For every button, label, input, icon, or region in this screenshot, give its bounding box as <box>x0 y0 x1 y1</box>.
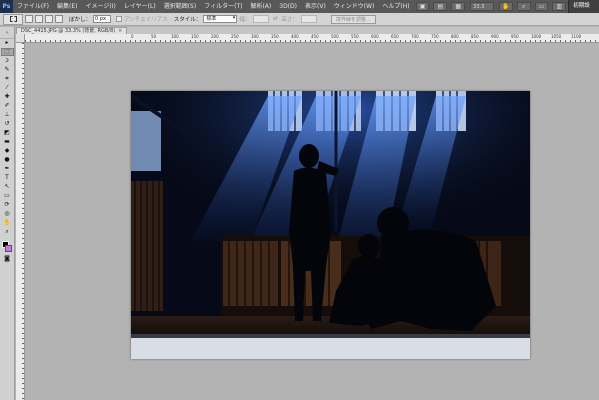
menu-filter[interactable]: フィルター(T) <box>200 0 246 13</box>
new-selection-mode-button[interactable] <box>25 15 33 23</box>
blur-tool-icon[interactable]: ◆ <box>1 147 14 155</box>
quick-mask-icon[interactable]: ◙ <box>1 255 14 263</box>
menu-help[interactable]: ヘルプ(H) <box>378 0 413 13</box>
subtract-selection-mode-button[interactable] <box>45 15 53 23</box>
lasso-tool-icon[interactable]: ↄ <box>1 57 14 65</box>
rectangular-marquee-icon <box>9 16 17 22</box>
dodge-tool-icon[interactable]: ● <box>1 156 14 164</box>
ruler-tick-label: 900 <box>491 34 499 39</box>
eraser-tool-icon[interactable]: ◩ <box>1 129 14 137</box>
menu-view[interactable]: 表示(V) <box>301 0 330 13</box>
3d-orbit-tool-icon[interactable]: ◎ <box>1 210 14 218</box>
feather-input[interactable]: 0 px <box>93 15 112 23</box>
ruler-tick-label: 1100 <box>571 34 582 39</box>
tool-preset-picker[interactable] <box>3 13 23 25</box>
menu-3d[interactable]: 3D(D) <box>275 0 301 13</box>
mini-bridge-icon[interactable]: ▤ <box>433 2 448 11</box>
menu-file[interactable]: ファイル(F) <box>13 0 53 13</box>
ruler-tick-label: 800 <box>451 34 459 39</box>
width-label: 幅： <box>239 17 251 23</box>
bridge-launch-icon[interactable]: ▣ <box>415 2 430 11</box>
crop-tool-icon[interactable]: ⌗ <box>1 75 14 83</box>
background-color-swatch[interactable] <box>5 245 12 252</box>
horizontal-ruler[interactable]: 0 50 100 150 200 250 300 350 400 450 500 550 600 650 7… <box>25 34 599 43</box>
ruler-tick-label: 600 <box>371 34 379 39</box>
ruler-origin[interactable] <box>16 34 25 43</box>
quick-select-tool-icon[interactable]: ✎ <box>1 66 14 74</box>
ruler-tick-label: 50 <box>151 34 157 39</box>
ruler-tick-label: 700 <box>411 34 419 39</box>
intersect-selection-mode-button[interactable] <box>55 15 63 23</box>
hand-tool-icon[interactable]: ✋ <box>1 219 14 227</box>
ruler-tick-label: 650 <box>391 34 399 39</box>
eyedropper-tool-icon[interactable]: ⁄ <box>1 84 14 92</box>
application-bar: ▣ ▤ ▦ 33.3 ✋ ⌕ ▭ ▥ 初期設定 <box>414 0 599 22</box>
style-label: スタイル： <box>173 17 202 23</box>
vertical-ruler[interactable] <box>16 43 25 400</box>
feather-label: ぼかし： <box>69 17 92 23</box>
ruler-tick-label: 150 <box>191 34 199 39</box>
menu-image[interactable]: イメージ(I) <box>82 0 120 13</box>
move-tool-icon[interactable]: ▸ <box>1 39 14 47</box>
pen-tool-icon[interactable]: ✒ <box>1 165 14 173</box>
ruler-tick-label: 250 <box>231 34 239 39</box>
history-brush-tool-icon[interactable]: ↺ <box>1 120 14 128</box>
screen-mode-icon[interactable]: ▭ <box>534 2 549 11</box>
ruler-tick-label: 500 <box>331 34 339 39</box>
menu-window[interactable]: ウィンドウ(W) <box>330 0 379 13</box>
ruler-tick-label: 850 <box>471 34 479 39</box>
gradient-tool-icon[interactable]: ▬ <box>1 138 14 146</box>
options-bar: ぼかし： 0 px アンチエイリアス スタイル： 標準 幅： ⇄ 高さ： 境界線… <box>0 13 599 26</box>
type-tool-icon[interactable]: T <box>1 174 14 182</box>
ruler-tick-label: 400 <box>291 34 299 39</box>
document-tab[interactable]: DSC_4415.JPG @ 33.3% (背景, RGB/8) × <box>16 27 128 34</box>
zoom-icon[interactable]: ⌕ <box>516 2 531 11</box>
style-select[interactable]: 標準 <box>203 15 238 23</box>
menu-bar: Ps ファイル(F) 編集(E) イメージ(I) レイヤー(L) 選択範囲(S)… <box>0 0 599 22</box>
3d-rotate-tool-icon[interactable]: ⟳ <box>1 201 14 209</box>
workspace-switcher[interactable]: 初期設定 <box>568 0 599 22</box>
ruler-tick-label: 0 <box>131 34 134 39</box>
ruler-tick-label: 450 <box>311 34 319 39</box>
ruler-tick-label: 750 <box>431 34 439 39</box>
ruler-tick-label: 1000 <box>531 34 542 39</box>
zoom-tool-icon[interactable]: ⌕ <box>1 228 14 236</box>
view-extras-icon[interactable]: ▦ <box>451 2 466 11</box>
toolbox: » ▸ ⬚ ↄ ✎ ⌗ ⁄ ✚ ✐ ⊥ ↺ ◩ ▬ ◆ ● ✒ T ↖ ▭ ⟳ … <box>0 27 15 400</box>
shape-tool-icon[interactable]: ▭ <box>1 192 14 200</box>
width-input[interactable] <box>253 15 270 23</box>
photo-image <box>131 91 530 359</box>
menu-layer[interactable]: レイヤー(L) <box>120 0 160 13</box>
toolbox-collapse-icon[interactable]: » <box>0 27 14 39</box>
swap-dimensions-icon[interactable]: ⇄ <box>271 15 279 23</box>
ruler-tick-label: 950 <box>511 34 519 39</box>
add-selection-mode-button[interactable] <box>35 15 43 23</box>
marquee-tool-icon[interactable]: ⬚ <box>0 48 14 56</box>
ruler-tick-label: 300 <box>251 34 259 39</box>
arrange-documents-icon[interactable]: ▥ <box>552 2 567 11</box>
brush-tool-icon[interactable]: ✐ <box>1 102 14 110</box>
hand-icon[interactable]: ✋ <box>498 2 513 11</box>
ruler-tick-label: 350 <box>271 34 279 39</box>
path-select-tool-icon[interactable]: ↖ <box>1 183 14 191</box>
height-label: 高さ： <box>281 17 298 23</box>
height-input[interactable] <box>300 15 317 23</box>
menu-analysis[interactable]: 解析(A) <box>246 0 275 13</box>
refine-edge-button[interactable]: 境界線を調整... <box>330 14 376 24</box>
antialias-checkbox[interactable] <box>116 16 123 22</box>
clone-stamp-tool-icon[interactable]: ⊥ <box>1 111 14 119</box>
ruler-tick-label: 200 <box>211 34 219 39</box>
ruler-tick-label: 1050 <box>551 34 562 39</box>
antialias-label: アンチエイリアス <box>124 17 168 23</box>
healing-brush-tool-icon[interactable]: ✚ <box>1 93 14 101</box>
photoshop-logo: Ps <box>0 0 13 13</box>
menu-select[interactable]: 選択範囲(S) <box>160 0 201 13</box>
zoom-level-select[interactable]: 33.3 <box>470 2 494 11</box>
document-photo[interactable] <box>131 91 530 359</box>
ruler-tick-label: 550 <box>351 34 359 39</box>
menu-edit[interactable]: 編集(E) <box>53 0 81 13</box>
ruler-tick-label: 100 <box>171 34 179 39</box>
